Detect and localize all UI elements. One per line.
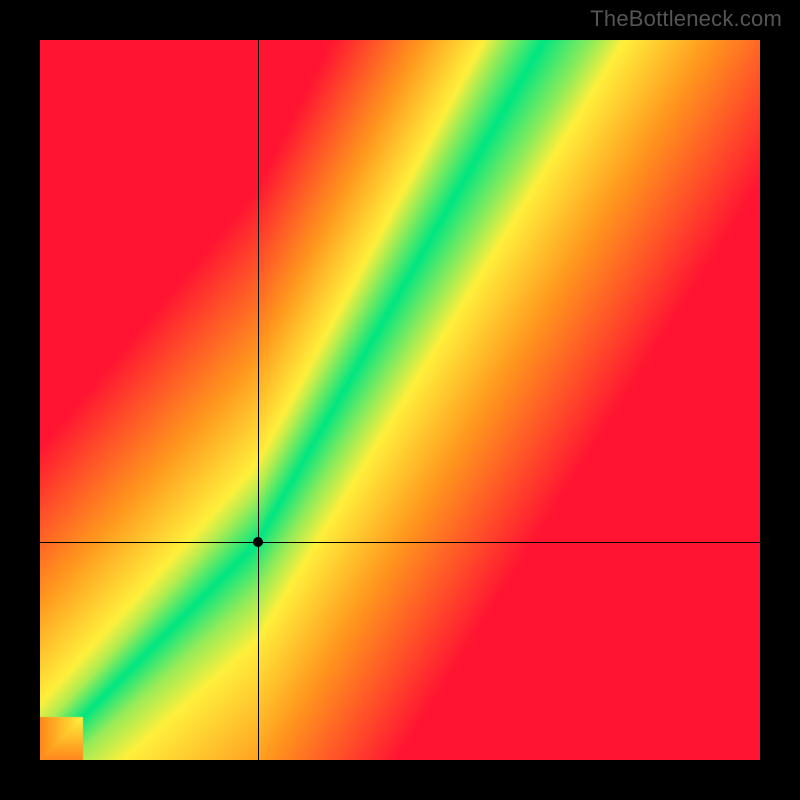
heatmap-canvas: [40, 40, 760, 760]
crosshair-vertical: [258, 40, 259, 760]
crosshair-horizontal: [40, 542, 760, 543]
watermark-text: TheBottleneck.com: [590, 6, 782, 32]
data-point: [253, 537, 263, 547]
heatmap-plot: [40, 40, 760, 760]
